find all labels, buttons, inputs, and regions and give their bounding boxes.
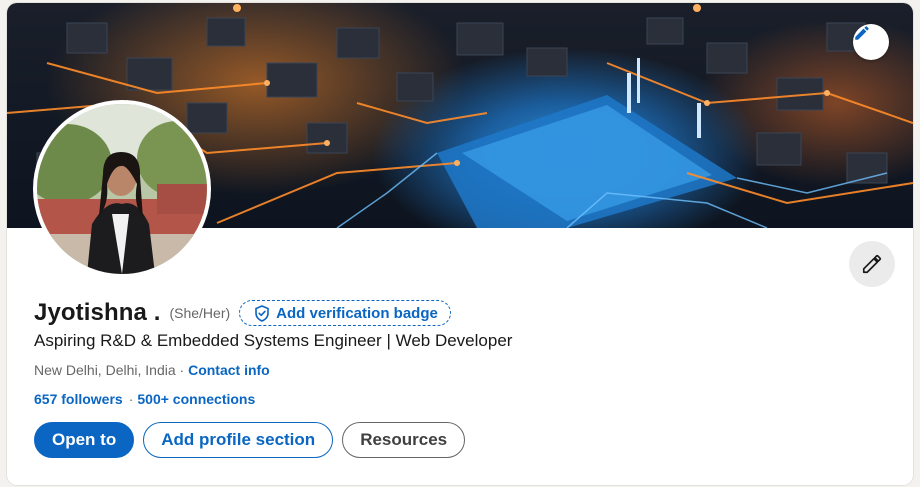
resources-button[interactable]: Resources	[342, 422, 466, 458]
add-verification-badge-button[interactable]: Add verification badge	[239, 300, 451, 326]
contact-info-link[interactable]: Contact info	[188, 362, 270, 378]
pronouns: (She/Her)	[169, 305, 231, 321]
pencil-icon	[862, 254, 882, 274]
followers-link[interactable]: 657 followers	[34, 391, 123, 407]
open-to-button[interactable]: Open to	[34, 422, 135, 458]
profile-name: Jyotishna .	[34, 299, 161, 326]
shield-check-icon	[255, 304, 269, 322]
pencil-icon	[855, 26, 869, 40]
profile-photo[interactable]	[33, 100, 211, 278]
location-row: New Delhi, Delhi, India · Contact info	[34, 362, 270, 378]
edit-banner-button[interactable]	[853, 24, 889, 60]
profile-photo-image	[37, 104, 207, 274]
location-text: New Delhi, Delhi, India	[34, 362, 176, 378]
profile-card: Jyotishna . (She/Her) Add verification b…	[7, 3, 913, 485]
profile-actions: Open to Add profile section Resources	[34, 422, 466, 458]
name-row: Jyotishna . (She/Her) Add verification b…	[34, 297, 451, 329]
profile-headline: Aspiring R&D & Embedded Systems Engineer…	[34, 331, 513, 350]
location-separator: ·	[175, 362, 189, 378]
stats-row: 657 followers · 500+ connections	[34, 391, 255, 407]
add-profile-section-button[interactable]: Add profile section	[143, 422, 334, 458]
verification-badge-label: Add verification badge	[276, 304, 438, 322]
stats-separator: ·	[128, 391, 134, 407]
edit-intro-button[interactable]	[849, 241, 895, 287]
connections-link[interactable]: 500+ connections	[137, 391, 255, 407]
